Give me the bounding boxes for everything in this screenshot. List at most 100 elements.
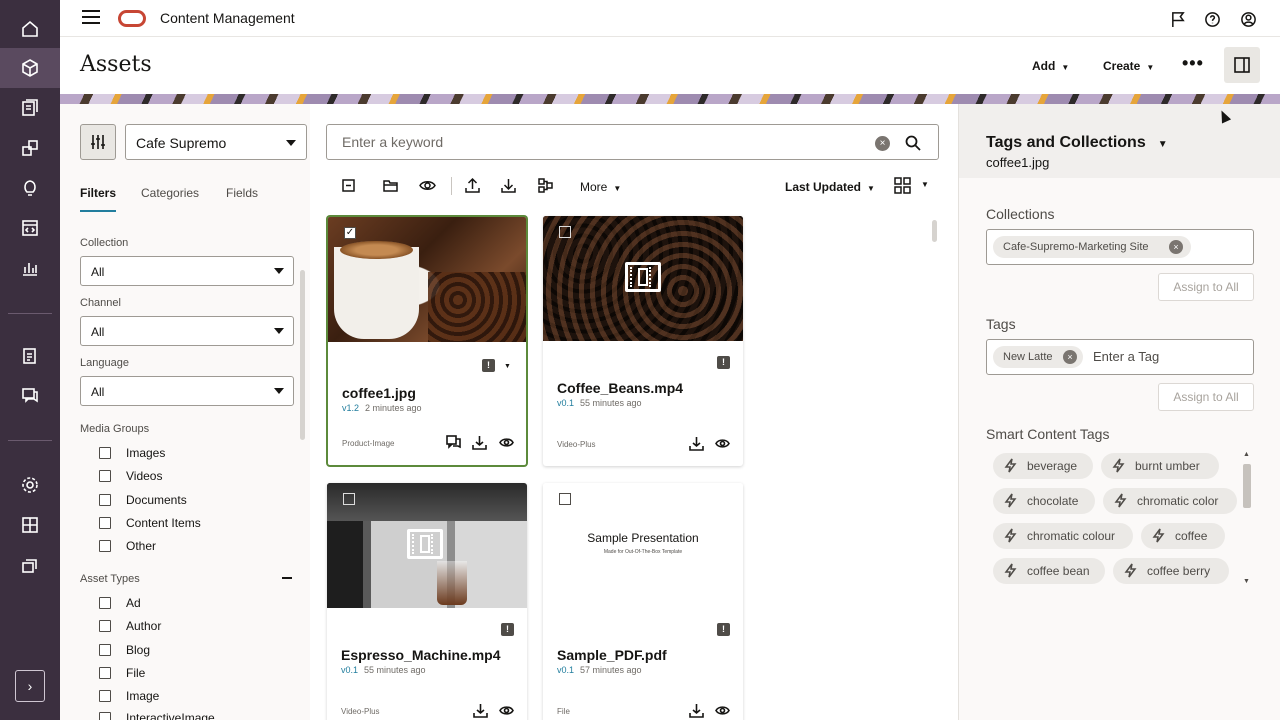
collapse-section-button[interactable] xyxy=(282,577,292,579)
info-badge-icon[interactable]: ! xyxy=(482,359,495,372)
checkbox-ad[interactable]: Ad xyxy=(99,596,141,610)
collection-select[interactable]: All xyxy=(80,256,294,286)
search-input[interactable] xyxy=(342,134,842,150)
checkbox-videos[interactable]: Videos xyxy=(99,469,162,483)
collections-field[interactable]: Cafe-Supremo-Marketing Site × xyxy=(986,229,1254,265)
grid-scrollbar[interactable] xyxy=(932,220,937,242)
view-eye-icon[interactable] xyxy=(715,436,731,452)
more-actions-menu[interactable]: More ▼ xyxy=(580,180,621,194)
tab-filters[interactable]: Filters xyxy=(80,186,117,212)
checkbox-content-items[interactable]: Content Items xyxy=(99,516,201,530)
smart-tag-chip[interactable]: chromatic color xyxy=(1103,488,1237,514)
create-menu-button[interactable]: Create ▼ xyxy=(1103,59,1154,73)
asset-name[interactable]: Coffee_Beans.mp4 xyxy=(557,380,683,396)
integrations-icon[interactable] xyxy=(0,505,60,545)
checkbox-documents[interactable]: Documents xyxy=(99,493,187,507)
conversations-icon[interactable] xyxy=(0,376,60,416)
panel-title-menu[interactable]: Tags and Collections ▼ xyxy=(986,134,1168,152)
checkbox-interactiveimage[interactable]: InteractiveImage xyxy=(99,711,215,720)
upload-icon[interactable] xyxy=(464,177,482,195)
info-badge-icon[interactable]: ! xyxy=(501,623,514,636)
language-select[interactable]: All xyxy=(80,376,294,406)
asset-checkbox[interactable]: ✓ xyxy=(344,227,356,239)
smart-tag-chip[interactable]: beverage xyxy=(993,453,1093,479)
tag-input[interactable] xyxy=(1093,349,1243,364)
view-eye-icon[interactable] xyxy=(419,177,437,195)
repository-select[interactable]: Cafe Supremo xyxy=(125,124,307,160)
smart-tag-chip[interactable]: coffee bean xyxy=(993,558,1105,584)
asset-card[interactable]: ! Coffee_Beans.mp4 v0.1 55 minutes ago Vi… xyxy=(543,216,743,466)
search-icon[interactable] xyxy=(905,135,921,156)
download-icon[interactable] xyxy=(689,703,705,719)
view-eye-icon[interactable] xyxy=(715,703,731,719)
assign-collection-to-all-button[interactable]: Assign to All xyxy=(1158,273,1254,301)
settings-gear-icon[interactable] xyxy=(0,465,60,505)
ideas-bulb-icon[interactable] xyxy=(0,168,60,208)
asset-name[interactable]: Sample_PDF.pdf xyxy=(557,647,667,663)
scroll-down-icon[interactable]: ▼ xyxy=(1243,578,1250,585)
download-icon[interactable] xyxy=(472,435,488,451)
filter-toggle-button[interactable] xyxy=(80,124,116,160)
caret-down-icon[interactable]: ▼ xyxy=(504,363,511,370)
asset-checkbox[interactable] xyxy=(559,493,571,505)
content-icon[interactable] xyxy=(0,88,60,128)
smart-tags-scrollbar[interactable] xyxy=(1243,464,1251,508)
add-menu-button[interactable]: Add ▼ xyxy=(1032,59,1069,73)
filter-scrollbar[interactable] xyxy=(300,270,305,440)
open-folder-icon[interactable] xyxy=(382,177,400,195)
checkbox-blog[interactable]: Blog xyxy=(99,643,150,657)
asset-checkbox[interactable] xyxy=(343,493,355,505)
tab-categories[interactable]: Categories xyxy=(141,186,199,200)
checkbox-author[interactable]: Author xyxy=(99,619,161,633)
download-icon[interactable] xyxy=(500,177,518,195)
asset-card[interactable]: ! Espresso_Machine.mp4 v0.1 55 minutes ag… xyxy=(327,483,527,720)
remove-chip-icon[interactable]: × xyxy=(1063,350,1077,364)
smart-tag-chip[interactable]: chocolate xyxy=(993,488,1095,514)
tab-fields[interactable]: Fields xyxy=(226,186,258,200)
checkbox-other[interactable]: Other xyxy=(99,539,156,553)
download-icon[interactable] xyxy=(689,436,705,452)
developer-icon[interactable] xyxy=(0,208,60,248)
scroll-up-icon[interactable]: ▲ xyxy=(1243,451,1250,458)
view-eye-icon[interactable] xyxy=(499,703,515,719)
assets-cube-icon[interactable] xyxy=(0,48,60,88)
asset-card[interactable]: ✓ ! ▼ coffee1.jpg v1.2 2 minutes ago Prod… xyxy=(327,216,527,466)
more-actions-button[interactable]: ••• xyxy=(1182,53,1204,74)
analytics-chart-icon[interactable] xyxy=(0,248,60,288)
checkbox-image[interactable]: Image xyxy=(99,689,159,703)
info-badge-icon[interactable]: ! xyxy=(717,623,730,636)
view-eye-icon[interactable] xyxy=(499,435,515,451)
side-panel-toggle-button[interactable] xyxy=(1224,47,1260,83)
sort-menu[interactable]: Last Updated ▼ xyxy=(785,180,875,194)
workflow-icon[interactable] xyxy=(537,177,555,195)
help-icon[interactable] xyxy=(1202,9,1222,29)
smart-tag-chip[interactable]: coffee xyxy=(1141,523,1225,549)
smart-tag-chip[interactable]: burnt umber xyxy=(1101,453,1219,479)
checkbox-images[interactable]: Images xyxy=(99,446,165,460)
user-avatar-icon[interactable] xyxy=(1238,9,1258,29)
grid-view-icon[interactable] xyxy=(894,177,912,195)
hamburger-menu-icon[interactable] xyxy=(82,10,100,26)
clear-search-icon[interactable]: × xyxy=(875,136,890,151)
select-all-icon[interactable] xyxy=(340,177,358,195)
flag-icon[interactable] xyxy=(1168,9,1188,29)
assign-tag-to-all-button[interactable]: Assign to All xyxy=(1158,383,1254,411)
home-icon[interactable] xyxy=(0,9,60,49)
asset-checkbox[interactable] xyxy=(559,226,571,238)
channel-select[interactable]: All xyxy=(80,316,294,346)
asset-name[interactable]: Espresso_Machine.mp4 xyxy=(341,647,501,663)
documents-icon[interactable] xyxy=(0,336,60,376)
smart-tag-chip[interactable]: coffee berry xyxy=(1113,558,1229,584)
components-icon[interactable] xyxy=(0,128,60,168)
remove-chip-icon[interactable]: × xyxy=(1169,240,1183,254)
checkbox-file[interactable]: File xyxy=(99,666,145,680)
conversation-icon[interactable] xyxy=(446,435,462,451)
download-icon[interactable] xyxy=(473,703,489,719)
view-mode-caret-icon[interactable]: ▼ xyxy=(921,180,929,189)
asset-name[interactable]: coffee1.jpg xyxy=(342,385,416,401)
info-badge-icon[interactable]: ! xyxy=(717,356,730,369)
expand-rail-button[interactable]: › xyxy=(15,670,45,702)
publishing-icon[interactable] xyxy=(0,545,60,585)
smart-tag-chip[interactable]: chromatic colour xyxy=(993,523,1133,549)
asset-card[interactable]: Sample Presentation Made for Out-Of-The-… xyxy=(543,483,743,720)
